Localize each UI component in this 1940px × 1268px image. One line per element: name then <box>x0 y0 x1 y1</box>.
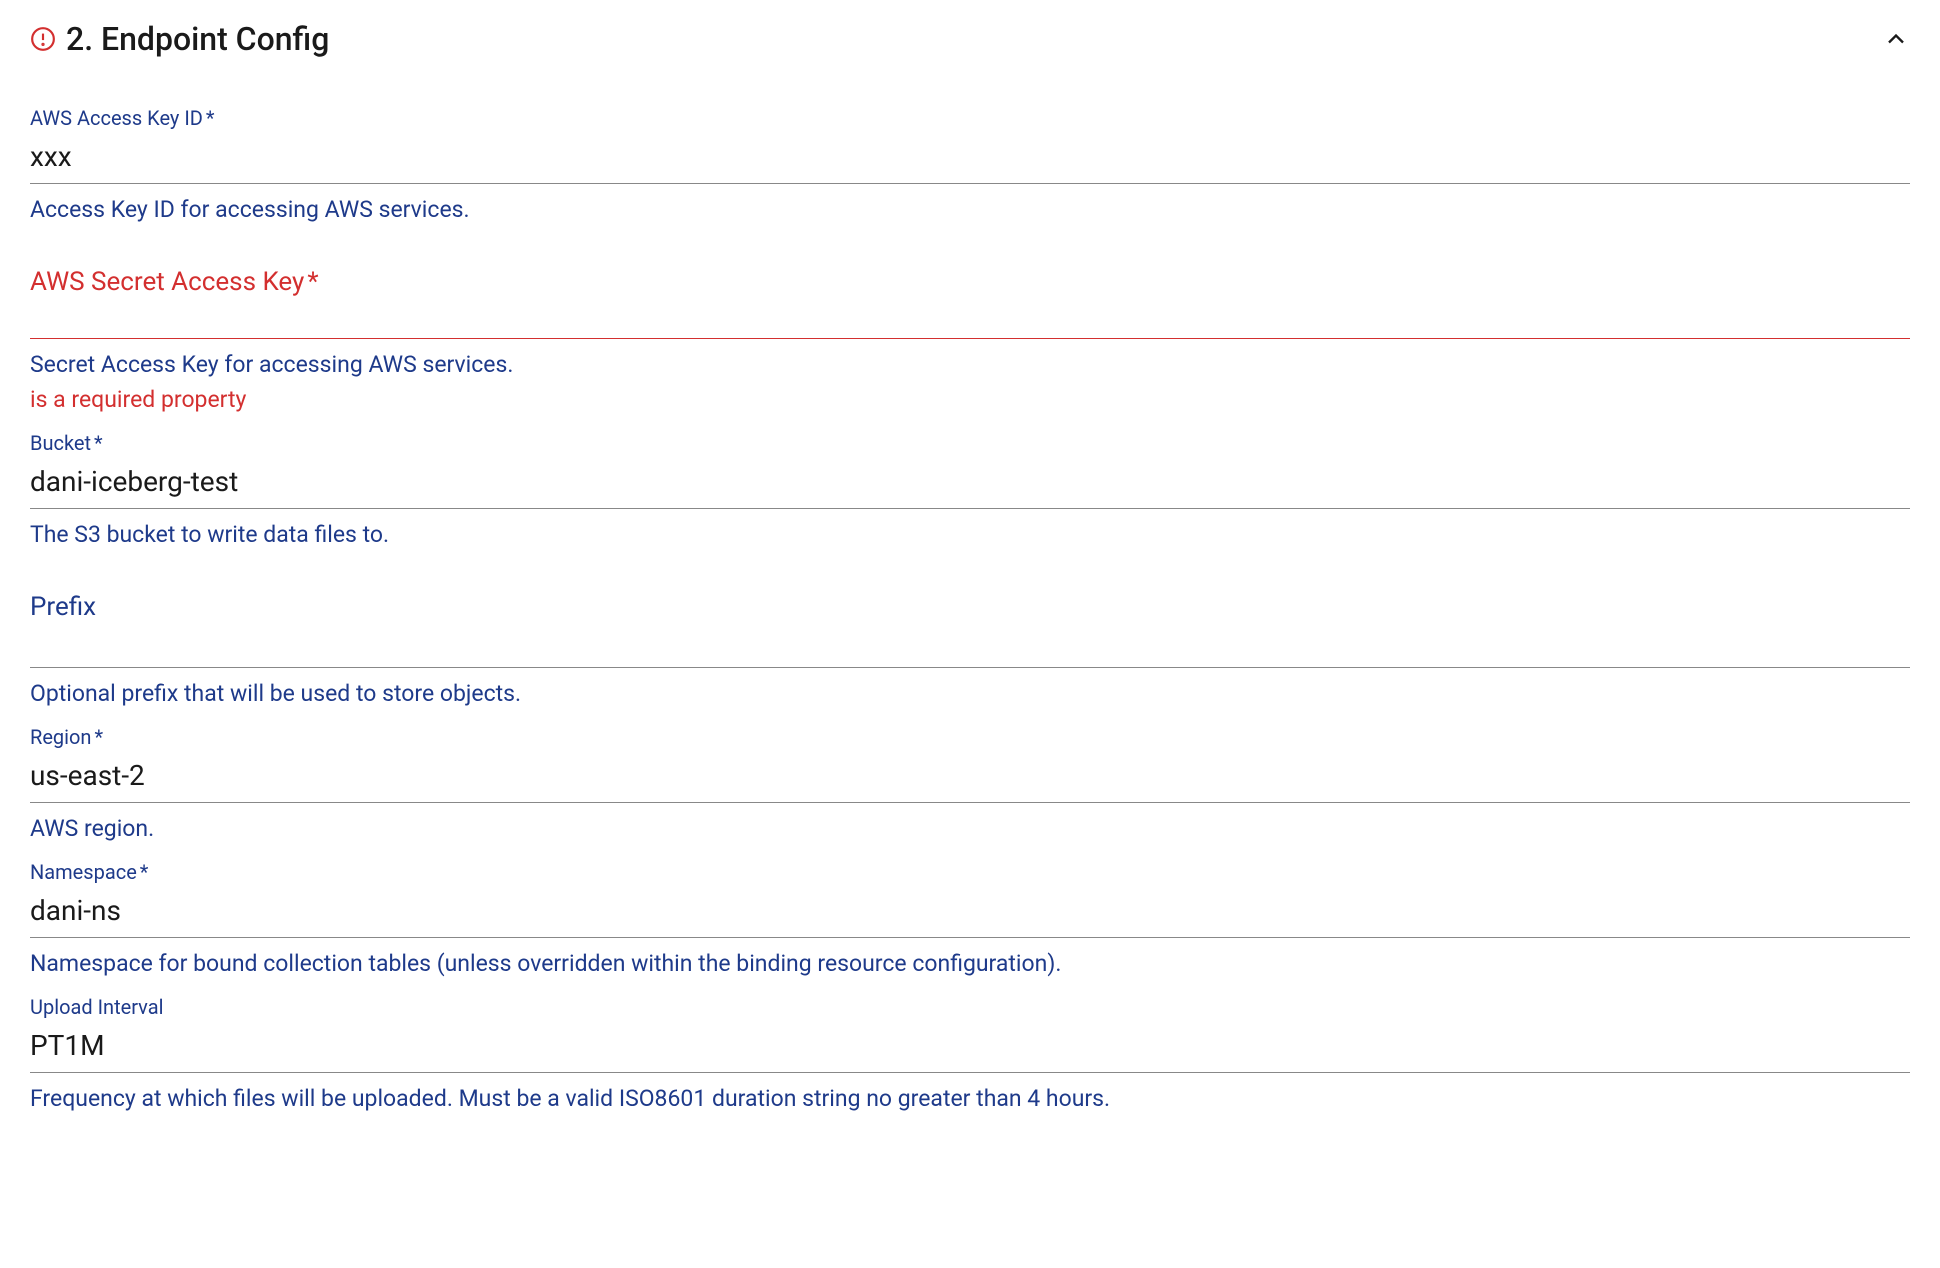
required-mark: * <box>140 860 149 884</box>
chevron-up-icon[interactable] <box>1882 25 1910 53</box>
section-title: 2. Endpoint Config <box>66 20 329 58</box>
aws-access-key-id-helper: Access Key ID for accessing AWS services… <box>30 196 1910 223</box>
required-mark: * <box>94 431 103 455</box>
prefix-input[interactable] <box>30 622 1910 668</box>
label-text: Namespace <box>30 860 137 884</box>
aws-secret-access-key-error: is a required property <box>30 386 1910 413</box>
region-label: Region* <box>30 725 1910 749</box>
bucket-helper: The S3 bucket to write data files to. <box>30 521 1910 548</box>
label-text: Region <box>30 725 91 749</box>
field-aws-secret-access-key: AWS Secret Access Key* Secret Access Key… <box>30 267 1910 413</box>
bucket-label: Bucket* <box>30 431 1910 455</box>
aws-secret-access-key-input[interactable] <box>30 297 1910 339</box>
section-header-left: 2. Endpoint Config <box>30 20 329 58</box>
aws-access-key-id-label: AWS Access Key ID* <box>30 106 1910 130</box>
field-upload-interval: Upload Interval Frequency at which files… <box>30 995 1910 1112</box>
field-namespace: Namespace* Namespace for bound collectio… <box>30 860 1910 977</box>
label-text: Prefix <box>30 592 96 622</box>
region-helper: AWS region. <box>30 815 1910 842</box>
region-input[interactable] <box>30 751 1910 803</box>
label-text: AWS Secret Access Key <box>30 267 304 297</box>
field-prefix: Prefix Optional prefix that will be used… <box>30 592 1910 707</box>
alert-circle-icon <box>30 26 56 52</box>
label-text: AWS Access Key ID <box>30 106 203 130</box>
upload-interval-input[interactable] <box>30 1021 1910 1073</box>
upload-interval-helper: Frequency at which files will be uploade… <box>30 1085 1910 1112</box>
field-region: Region* AWS region. <box>30 725 1910 842</box>
aws-secret-access-key-helper: Secret Access Key for accessing AWS serv… <box>30 351 1910 378</box>
aws-secret-access-key-label: AWS Secret Access Key* <box>30 267 1910 297</box>
section-header[interactable]: 2. Endpoint Config <box>30 20 1910 58</box>
namespace-input[interactable] <box>30 886 1910 938</box>
label-text: Upload Interval <box>30 995 163 1019</box>
required-mark: * <box>206 106 215 130</box>
prefix-label: Prefix <box>30 592 1910 622</box>
field-aws-access-key-id: AWS Access Key ID* Access Key ID for acc… <box>30 106 1910 223</box>
field-bucket: Bucket* The S3 bucket to write data file… <box>30 431 1910 548</box>
aws-access-key-id-input[interactable] <box>30 132 1910 184</box>
upload-interval-label: Upload Interval <box>30 995 1910 1019</box>
namespace-helper: Namespace for bound collection tables (u… <box>30 950 1910 977</box>
label-text: Bucket <box>30 431 91 455</box>
required-mark: * <box>307 267 318 297</box>
prefix-helper: Optional prefix that will be used to sto… <box>30 680 1910 707</box>
namespace-label: Namespace* <box>30 860 1910 884</box>
required-mark: * <box>94 725 103 749</box>
bucket-input[interactable] <box>30 457 1910 509</box>
